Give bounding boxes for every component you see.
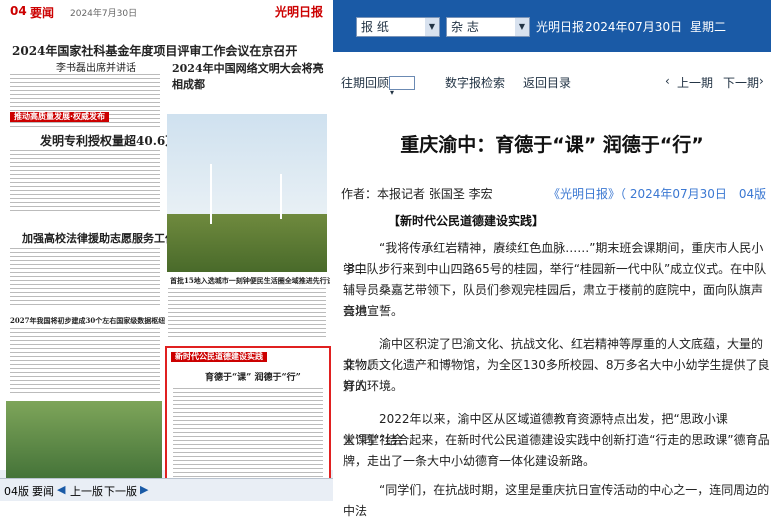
headline-3[interactable]: 加强高校法律援助志愿服务工作 (22, 230, 176, 246)
next-issue-icon[interactable]: › (759, 74, 764, 88)
magazine-select-value: 杂 志 (451, 20, 479, 34)
text-block (10, 248, 160, 306)
issue-navigation: 往期回顾 ▾ 数字报检索 返回目录 ‹ 上一期 下一期 › (333, 64, 771, 98)
paragraph-line: 大课堂”结合起来，在新时代公民道德建设实践中创新打造“行走的思政课”德育品 (343, 433, 770, 447)
newspaper-page-panel: 04 要闻 2024年7月30日 光明日报 2024年国家社科基金年度项目评审工… (0, 0, 333, 501)
newspaper-page-image[interactable]: 2024年国家社科基金年度项目评审工作会议在京召开 李书磊出席并讲话 2024年… (0, 24, 333, 496)
headline-6[interactable]: 育德于“课” 润德于“行” (205, 370, 301, 383)
headline-4[interactable]: 首批15地入选城市一刻钟便民生活圈全域推进先行试点 (170, 276, 330, 286)
paragraph-line: “同学们，在抗战时期，这里是重庆抗日宣传活动的中心之一，连同周边的中法 (343, 483, 770, 518)
section-tag: 【新时代公民道德建设实践】 (388, 214, 545, 228)
column-tag: 推动高质量发展·权威发布 (10, 112, 110, 122)
newspaper-select[interactable]: 报 纸 ▼ (356, 17, 440, 37)
paragraph-line: ·8中队步行来到中山四路65号的桂园，举行“桂园新一代中队”成立仪式。在中队 (343, 262, 767, 276)
page-date: 2024年7月30日 (70, 9, 138, 19)
page-name: 要闻 (30, 6, 55, 20)
next-page-icon[interactable]: ▶ (140, 483, 148, 496)
paragraph-line: 牌，走出了一条大中小幼德育一体化建设新路。 (343, 454, 596, 468)
article-title: 重庆渝中：育德于“课” 润德于“行” (400, 134, 704, 156)
text-block (173, 388, 323, 488)
column-tag: 新时代公民道德建设实践 (171, 352, 267, 362)
paragraph-line: 育人环境。 (343, 379, 404, 393)
article-panel: 报 纸 ▼ 杂 志 ▼ 光明日报 2024年07月30日 星期二 往期回顾 ▾ … (333, 0, 771, 518)
prev-issue-icon[interactable]: ‹ (665, 74, 670, 88)
headline-5[interactable]: 2027年我国将初步建成30个左右国家级数据枢纽 (10, 316, 165, 326)
headline-0[interactable]: 2024年国家社科基金年度项目评审工作会议在京召开 (12, 42, 297, 59)
prev-issue-link[interactable]: 上一期 (677, 74, 713, 91)
chevron-down-icon: ▼ (425, 18, 439, 36)
top-bar: 报 纸 ▼ 杂 志 ▼ 光明日报 2024年07月30日 星期二 (333, 0, 771, 52)
subhead-0[interactable]: 李书磊出席并讲话 (56, 59, 136, 74)
text-block (10, 328, 160, 396)
selected-article-highlight[interactable]: 新时代公民道德建设实践 育德于“课” 润德于“行” (165, 346, 331, 496)
page-navigation: 04版 要闻 ◀ 上一版 下一版 ▶ (0, 478, 333, 501)
paper-name: 光明日报 (536, 20, 585, 34)
chevron-down-icon: ▼ (515, 18, 529, 36)
current-page-name: 要闻 (32, 485, 54, 498)
article-author: 作者：本报记者 张国圣 李宏 (341, 187, 493, 201)
paragraph-line: 亮地宣誓。 (343, 304, 404, 318)
digital-search-link[interactable]: 数字报检索 (445, 74, 505, 91)
text-block (168, 288, 326, 338)
article-source: 《光明日报》（ 2024年07月30日 04版 (548, 187, 767, 201)
current-page-label: 04版 (4, 485, 29, 498)
page-number: 04 (10, 4, 27, 18)
issue-date: 2024年07月30日 (585, 20, 683, 34)
turbine-icon (210, 164, 212, 224)
page-header: 04 要闻 2024年7月30日 光明日报 (0, 0, 333, 25)
wind-farm-photo (167, 114, 327, 214)
prev-page-icon[interactable]: ◀ (57, 483, 65, 496)
newspaper-logo: 光明日报 (274, 5, 323, 19)
next-issue-link[interactable]: 下一期 (723, 74, 759, 91)
prev-page-link[interactable]: 上一版 (70, 483, 103, 499)
next-page-link[interactable]: 下一版 (104, 483, 137, 499)
headline-1[interactable]: 2024年中国网络文明大会将亮相成都 (172, 60, 332, 92)
wind-farm-photo-ground (167, 214, 327, 272)
past-issues-link[interactable]: 往期回顾 (341, 74, 389, 91)
turbine-icon (280, 174, 282, 219)
newspaper-select-value: 报 纸 (361, 20, 389, 34)
issue-weekday: 星期二 (690, 20, 727, 34)
calendar-picker[interactable]: ▾ (389, 76, 415, 97)
text-block (10, 150, 160, 212)
back-to-index-link[interactable]: 返回目录 (523, 74, 571, 91)
calendar-icon: ▾ (390, 88, 395, 97)
magazine-select[interactable]: 杂 志 ▼ (446, 17, 530, 37)
